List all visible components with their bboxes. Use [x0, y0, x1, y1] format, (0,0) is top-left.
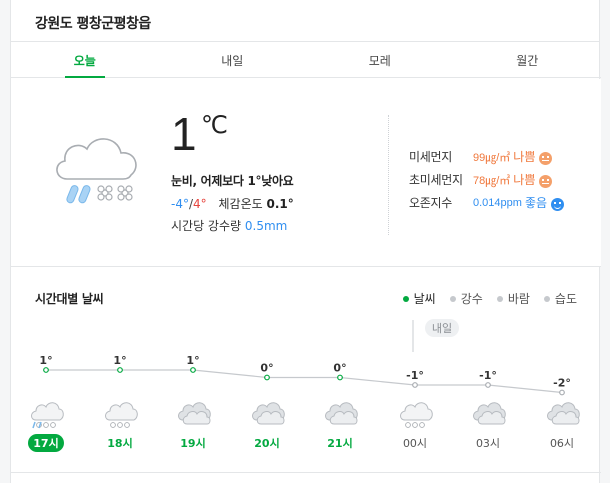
tab-monthly[interactable]: 월간 — [454, 42, 602, 77]
precipitation-value: 0.5mm — [244, 219, 288, 233]
air-value: 99㎍/㎥ — [473, 151, 511, 164]
min-temperature: -4° — [171, 197, 189, 211]
day-tabs: 오늘 내일 모레 월간 — [11, 42, 601, 78]
hour-label: 18시 — [107, 437, 132, 450]
air-label: 초미세먼지 — [409, 173, 463, 187]
cloudy-icon — [547, 402, 580, 425]
tomorrow-label: 내일 — [432, 321, 452, 335]
snow-icon — [400, 402, 433, 428]
air-label: 미세먼지 — [409, 150, 452, 164]
precipitation-label: 시간당 강수량 — [171, 219, 242, 233]
cloudy-icon — [473, 402, 506, 425]
weather-panel: 강원도 평창군평창읍 오늘 내일 모레 월간 1 ℃ 눈비, 어제보다 1°낮아요… — [10, 0, 601, 483]
hour-label: 19시 — [180, 437, 205, 450]
temperature-point — [117, 367, 123, 373]
hourly-chart: 내일 1° 17시 1° 18시 1° 19시 0° 20시 0° 21시 -1° 00시 -1° 03시 -… — [28, 319, 580, 452]
location-header: 강원도 평창군평창읍 — [11, 0, 599, 42]
temperature-label: 1° — [39, 354, 52, 367]
air-row-ultrafine-dust[interactable]: 초미세먼지 78㎍/㎥ 나쁨 — [409, 168, 564, 191]
air-row-ozone[interactable]: 오존지수 0.014ppm 좋음 — [409, 191, 565, 214]
cloudy-icon — [325, 402, 358, 425]
air-label: 오존지수 — [409, 196, 452, 210]
hour-label: 20시 — [254, 437, 279, 450]
temperature-label: -1° — [406, 369, 424, 382]
air-value: 78㎍/㎥ — [473, 174, 511, 187]
good-face-icon — [551, 198, 565, 211]
hour-label: 03시 — [476, 437, 500, 450]
feels-like-label: 체감온도 — [218, 197, 263, 211]
max-temperature: 4° — [193, 197, 207, 211]
tab-today[interactable]: 오늘 — [11, 42, 159, 78]
bad-face-icon — [539, 175, 553, 188]
hour-label: 17시 — [33, 437, 58, 450]
temperature-label: -2° — [553, 377, 571, 390]
temperature-label: 0° — [260, 362, 273, 375]
air-status: 나쁨 — [513, 150, 536, 164]
hour-label: 06시 — [550, 437, 574, 450]
hourly-forecast: 시간대별 날씨 날씨 강수 바람 습도 내일 1° 17시 1° 18시 1° 19시 0° 2… — [11, 268, 601, 473]
tab-tomorrow[interactable]: 내일 — [159, 42, 307, 77]
temperature-value: 1 — [171, 108, 197, 160]
hour-label: 00시 — [403, 437, 427, 450]
min-max-row: -4°/4° 체감온도 0.1° — [171, 197, 294, 211]
air-status: 좋음 — [524, 196, 548, 210]
temperature-label: 0° — [333, 362, 346, 375]
air-value: 0.014ppm — [473, 196, 522, 209]
temperature-label: 1° — [113, 354, 126, 367]
location-name[interactable]: 강원도 평창군평창읍 — [35, 16, 151, 32]
temperature-point — [559, 389, 565, 396]
temperature-point — [43, 367, 49, 373]
snow-icon — [105, 402, 138, 428]
cloudy-icon — [252, 402, 285, 425]
current-temperature: 1 ℃ — [171, 107, 228, 161]
current-weather: 1 ℃ 눈비, 어제보다 1°낮아요 -4°/4° 체감온도 0.1° 시간당 강… — [11, 79, 601, 267]
temperature-point — [485, 382, 491, 388]
temperature-point — [412, 382, 418, 388]
feels-like-value: 0.1° — [266, 197, 294, 211]
temperature-point — [264, 374, 270, 381]
temperature-point — [190, 367, 196, 373]
divider — [11, 472, 601, 473]
temperature-unit: ℃ — [201, 112, 228, 139]
precipitation-row: 시간당 강수량 0.5mm — [171, 217, 287, 234]
air-quality: 미세먼지 99㎍/㎥ 나쁨 초미세먼지 78㎍/㎥ 나쁨 오존지수 0.014p… — [409, 145, 565, 214]
snow-rain-icon — [31, 402, 64, 429]
divider — [388, 115, 389, 235]
weather-summary: 눈비, 어제보다 1°낮아요 — [171, 174, 294, 188]
air-status: 나쁨 — [513, 173, 536, 187]
temperature-label: -1° — [479, 369, 497, 382]
temperature-point — [337, 374, 343, 381]
air-row-fine-dust[interactable]: 미세먼지 99㎍/㎥ 나쁨 — [409, 145, 564, 168]
temperature-label: 1° — [186, 354, 199, 367]
bad-face-icon — [539, 152, 553, 165]
tab-day-after[interactable]: 모레 — [306, 42, 454, 77]
cloudy-icon — [178, 402, 211, 425]
hour-label: 21시 — [327, 437, 352, 450]
snow-rain-icon — [56, 138, 137, 204]
